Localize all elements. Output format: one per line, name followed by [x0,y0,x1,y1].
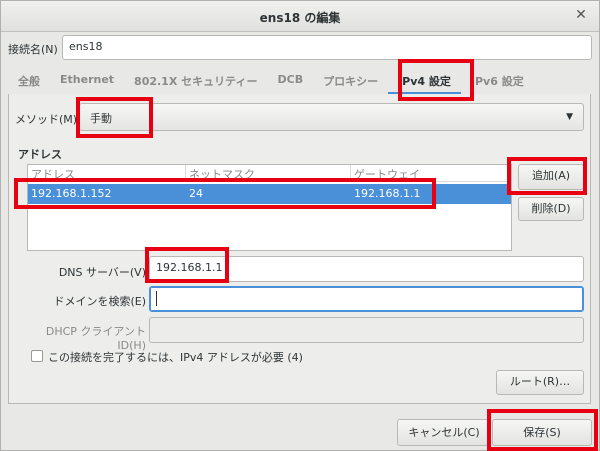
tab-ipv6-settings[interactable]: IPv6 設定 [461,66,534,94]
edit-connection-dialog: ens18 の編集 ✕ 接続名(N) ens18 全般 Ethernet 802… [0,0,600,451]
cancel-button[interactable]: キャンセル(C) [397,419,491,446]
title-bar: ens18 の編集 ✕ [1,1,599,32]
close-icon[interactable]: ✕ [573,7,589,23]
table-row[interactable]: 192.168.1.152 24 192.168.1.1 [28,184,511,204]
text-cursor [156,291,157,306]
tab-proxy[interactable]: プロキシー [313,66,388,94]
dhcp-client-id-input[interactable] [149,317,584,343]
address-table: アドレス ネットマスク ゲートウェイ 192.168.1.152 24 192.… [27,164,512,251]
column-header-netmask[interactable]: ネットマスク [186,165,351,182]
dhcp-client-id-label: DHCP クライアント ID(H) [45,325,146,352]
column-header-address[interactable]: アドレス [28,165,186,182]
tab-8021x-security[interactable]: 802.1X セキュリティー [124,66,267,94]
method-label: メソッド(M) [15,113,78,126]
address-table-header: アドレス ネットマスク ゲートウェイ [28,165,511,182]
tab-dcb[interactable]: DCB [268,66,314,94]
dns-servers-input[interactable]: 192.168.1.1 [149,256,584,282]
routes-button[interactable]: ルート(R)… [496,370,584,395]
method-dropdown[interactable]: 手動 ▼ [79,103,584,131]
require-ipv4-checkbox[interactable] [31,350,43,362]
connection-name-label: 接続名(N) [8,43,58,56]
addresses-heading: アドレス [18,148,62,161]
netmask-cell[interactable]: 24 [186,184,351,204]
gateway-cell[interactable]: 192.168.1.1 [351,184,511,204]
dns-servers-label: DNS サーバー(V) [58,266,146,279]
delete-address-button[interactable]: 削除(D) [518,197,584,221]
tab-general[interactable]: 全般 [8,66,50,94]
address-cell[interactable]: 192.168.1.152 [28,184,186,204]
tab-bar: 全般 Ethernet 802.1X セキュリティー DCB プロキシー IPv… [8,66,590,95]
method-value: 手動 [90,112,112,125]
column-header-gateway[interactable]: ゲートウェイ [351,165,511,182]
search-domains-input[interactable] [149,286,584,312]
save-button[interactable]: 保存(S) [492,419,592,446]
connection-name-input[interactable]: ens18 [62,35,592,60]
chevron-down-icon: ▼ [566,112,573,122]
tab-ipv4-settings[interactable]: IPv4 設定 [388,66,461,94]
window-title: ens18 の編集 [259,11,341,25]
add-address-button[interactable]: 追加(A) [518,164,584,190]
require-ipv4-label[interactable]: この接続を完了するには、IPv4 アドレスが必要 (4) [48,349,303,365]
tab-ethernet[interactable]: Ethernet [50,66,124,94]
search-domains-label: ドメインを検索(E) [53,295,146,308]
